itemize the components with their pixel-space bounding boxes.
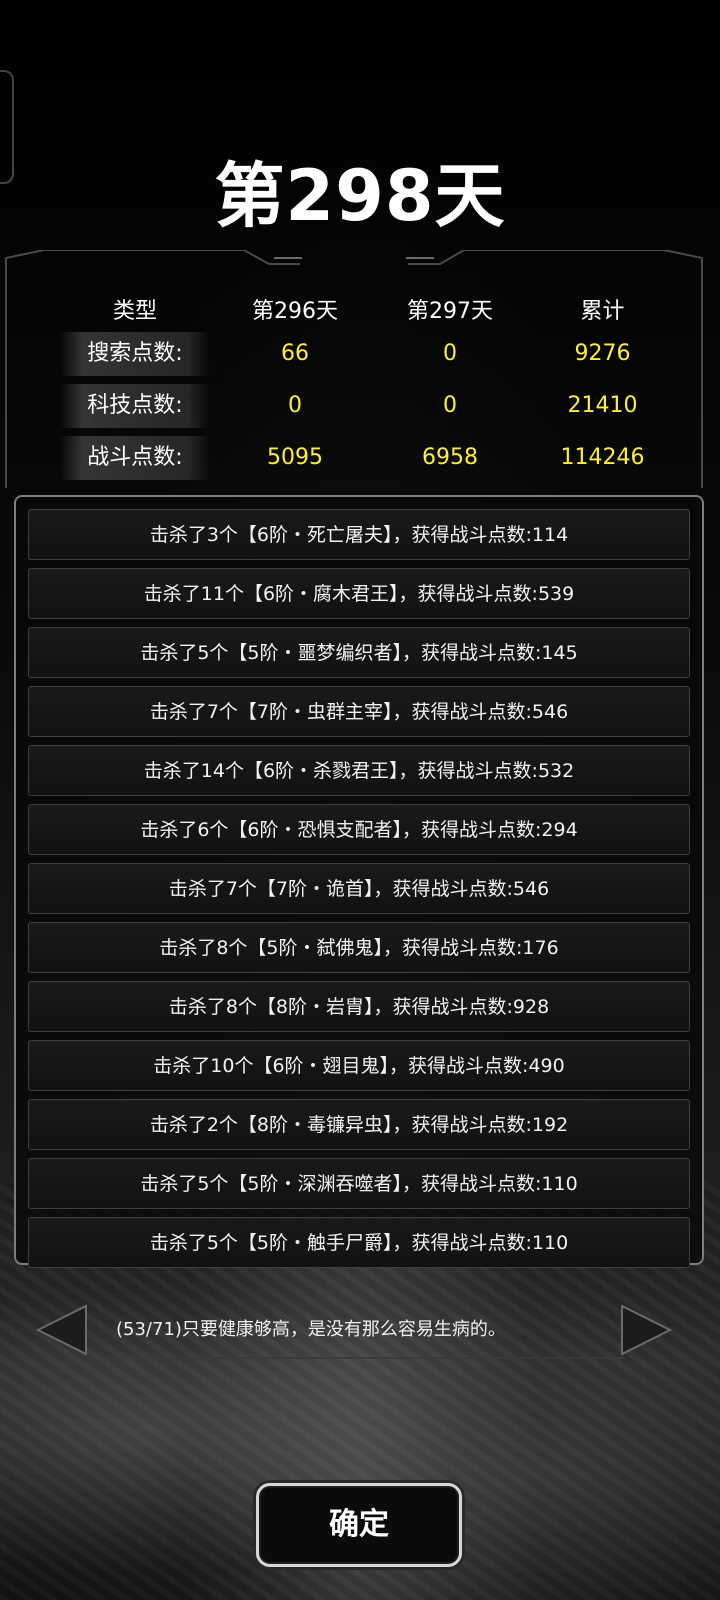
tech-points-day296: 0 — [288, 393, 302, 418]
row-label-tech-points: 科技点数: — [60, 384, 210, 428]
kill-log-item: 击杀了6个【6阶・恐惧支配者】，获得战斗点数:294 — [28, 804, 690, 855]
kill-log-panel[interactable]: 击杀了3个【6阶・死亡屠夫】，获得战斗点数:114 击杀了11个【6阶・腐木君王… — [14, 495, 704, 1268]
stats-row-tech: 科技点数: 0 0 21410 — [0, 384, 720, 428]
kill-log-item: 击杀了8个【8阶・岩胄】，获得战斗点数:928 — [28, 981, 690, 1032]
combat-points-day296: 5095 — [267, 445, 323, 470]
stats-header-row: 类型 第296天 第297天 累计 — [0, 290, 720, 334]
search-points-day296: 66 — [281, 341, 309, 366]
kill-log-item: 击杀了2个【8阶・毒镰异虫】，获得战斗点数:192 — [28, 1099, 690, 1150]
kill-log-item: 击杀了8个【5阶・弑佛鬼】，获得战斗点数:176 — [28, 922, 690, 973]
column-header-total: 累计 — [580, 299, 625, 324]
next-tip-button[interactable] — [616, 1300, 676, 1360]
kill-log-item: 击杀了5个【5阶・噩梦编织者】，获得战斗点数:145 — [28, 627, 690, 678]
kill-log-item: 击杀了7个【7阶・诡首】，获得战斗点数:546 — [28, 863, 690, 914]
previous-tip-button[interactable] — [32, 1300, 92, 1360]
combat-points-total: 114246 — [560, 445, 645, 470]
row-label-search-points: 搜索点数: — [60, 332, 210, 376]
combat-points-day297: 6958 — [422, 445, 478, 470]
tech-points-day297: 0 — [443, 393, 457, 418]
kill-log-item: 击杀了11个【6阶・腐木君王】，获得战斗点数:539 — [28, 568, 690, 619]
kill-log-item: 击杀了3个【6阶・死亡屠夫】，获得战斗点数:114 — [28, 509, 690, 560]
stats-row-combat: 战斗点数: 5095 6958 114246 — [0, 436, 720, 480]
kill-log-item: 击杀了14个【6阶・杀戮君王】，获得战斗点数:532 — [28, 745, 690, 796]
confirm-button[interactable]: 确定 — [256, 1483, 462, 1567]
search-points-total: 9276 — [574, 341, 631, 366]
kill-log-item: 击杀了5个【5阶・深渊吞噬者】，获得战斗点数:110 — [28, 1158, 690, 1209]
search-points-day297: 0 — [443, 341, 457, 366]
tech-points-total: 21410 — [567, 393, 638, 418]
row-label-combat-points: 战斗点数: — [60, 436, 210, 480]
game-screen: 第298天 类型 第296天 第297天 累计 搜索点数: 66 0 9276 … — [0, 0, 720, 1600]
column-header-day296: 第296天 — [252, 299, 338, 324]
stats-row-search: 搜索点数: 66 0 9276 — [0, 332, 720, 376]
column-header-type: 类型 — [112, 299, 157, 324]
arrow-right-icon — [621, 1304, 673, 1356]
tip-text: (53/71)只要健康够高，是没有那么容易生病的。 — [116, 1319, 506, 1340]
kill-log-item: 击杀了5个【5阶・触手尸爵】，获得战斗点数:110 — [28, 1217, 690, 1268]
day-title: 第298天 — [214, 155, 506, 237]
arrow-left-icon — [35, 1304, 87, 1356]
kill-log-item: 击杀了7个【7阶・虫群主宰】，获得战斗点数:546 — [28, 686, 690, 737]
column-header-day297: 第297天 — [407, 299, 493, 324]
kill-log-item: 击杀了10个【6阶・翅目鬼】，获得战斗点数:490 — [28, 1040, 690, 1091]
